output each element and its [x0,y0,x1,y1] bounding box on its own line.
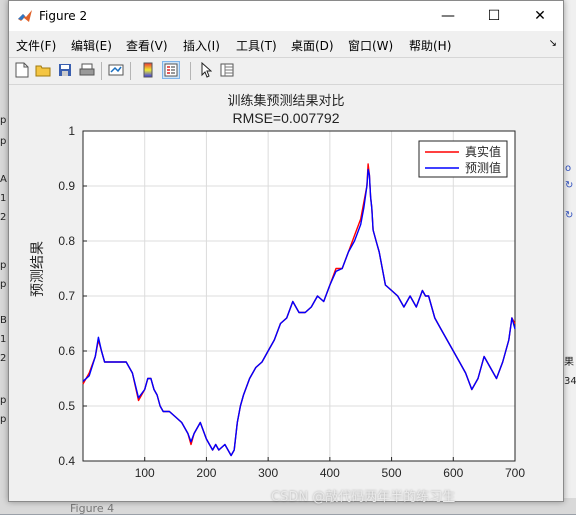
x-tick-label: 600 [443,466,463,480]
menu-window[interactable]: 窗口(W) [348,37,393,54]
title-bar: Figure 2 — ☐ ✕ [9,1,563,31]
figure-window: Figure 2 — ☐ ✕ 文件(F) 编辑(E) 查看(V) 插入(I) 工… [8,0,564,505]
y-tick-label: 0.9 [58,179,75,193]
legend-label: 真实值 [465,144,501,159]
new-figure-icon[interactable] [13,61,31,79]
menu-bar: 文件(F) 编辑(E) 查看(V) 插入(I) 工具(T) 桌面(D) 窗口(W… [9,32,563,56]
side-glyph: p [0,395,7,406]
menu-dock-arrow-icon[interactable]: ↘ [549,38,557,49]
toolbar-separator [130,62,131,80]
background-figure-tab[interactable]: Figure 4 [70,502,114,515]
maximize-button[interactable]: ☐ [471,1,517,31]
x-tick-label: 700 [505,466,525,480]
y-tick-label: 0.5 [58,399,75,413]
menu-insert[interactable]: 插入(I) [183,37,220,54]
side-glyph: 果 [564,357,574,368]
side-glyph: o [565,163,572,174]
menu-file[interactable]: 文件(F) [16,37,56,54]
x-tick-label: 200 [196,466,216,480]
side-glyph: p [0,279,7,290]
menu-desktop[interactable]: 桌面(D) [291,37,334,54]
pointer-icon[interactable] [197,61,215,79]
y-tick-label: 1 [68,124,75,138]
menu-tools[interactable]: 工具(T) [236,37,277,54]
print-icon[interactable] [78,61,96,79]
x-tick-label: 100 [135,466,155,480]
side-glyph: p [0,136,7,147]
x-tick-label: 400 [320,466,340,480]
plot-area[interactable]: 100 200 300 400 500 600 700 0.4 0.5 0.6 0.7 0.8 0.9 1… [9,85,563,501]
open-folder-icon[interactable] [34,61,52,79]
property-editor-icon[interactable] [218,61,236,79]
link-plot-icon[interactable] [107,61,125,79]
side-glyph: p [0,115,7,126]
y-tick-label: 0.6 [58,344,75,358]
figure-canvas: 训练集预测结果对比 RMSE=0.007792 预测结果 100 200 300 40… [9,85,563,505]
x-tick-label: 300 [258,466,278,480]
side-glyph: p [0,414,7,425]
legend-icon[interactable] [162,61,180,79]
x-tick-label: 500 [382,466,402,480]
minimize-button[interactable]: — [425,1,471,31]
y-tick-label: 0.7 [58,289,75,303]
side-glyph: ↻ [565,210,574,221]
side-glyph: p [0,260,7,271]
y-tick-label: 0.4 [58,454,75,468]
side-glyph: 2 [0,212,7,223]
toolbar-separator [101,62,102,80]
watermark-text: CSDN @敲代码两年半的练习生 [271,490,456,505]
side-glyph: 2 [0,353,7,364]
matlab-logo-icon [18,10,32,22]
side-glyph: ↻ [565,180,574,191]
side-glyph: A [0,174,7,185]
side-glyph: 34 [564,376,576,387]
legend-label: 预测值 [465,160,501,175]
close-button[interactable]: ✕ [517,1,563,31]
toolbar-separator [190,62,191,80]
menu-view[interactable]: 查看(V) [126,37,168,54]
y-tick-label: 0.8 [58,234,75,248]
colorbar-icon[interactable] [139,61,157,79]
side-glyph: 1 [0,193,7,204]
menu-edit[interactable]: 编辑(E) [71,37,112,54]
window-title: Figure 2 [39,9,88,23]
side-glyph: B [0,315,7,326]
side-glyph: 1 [0,334,7,345]
save-icon[interactable] [56,61,74,79]
toolbar [9,57,563,85]
menu-help[interactable]: 帮助(H) [409,37,451,54]
